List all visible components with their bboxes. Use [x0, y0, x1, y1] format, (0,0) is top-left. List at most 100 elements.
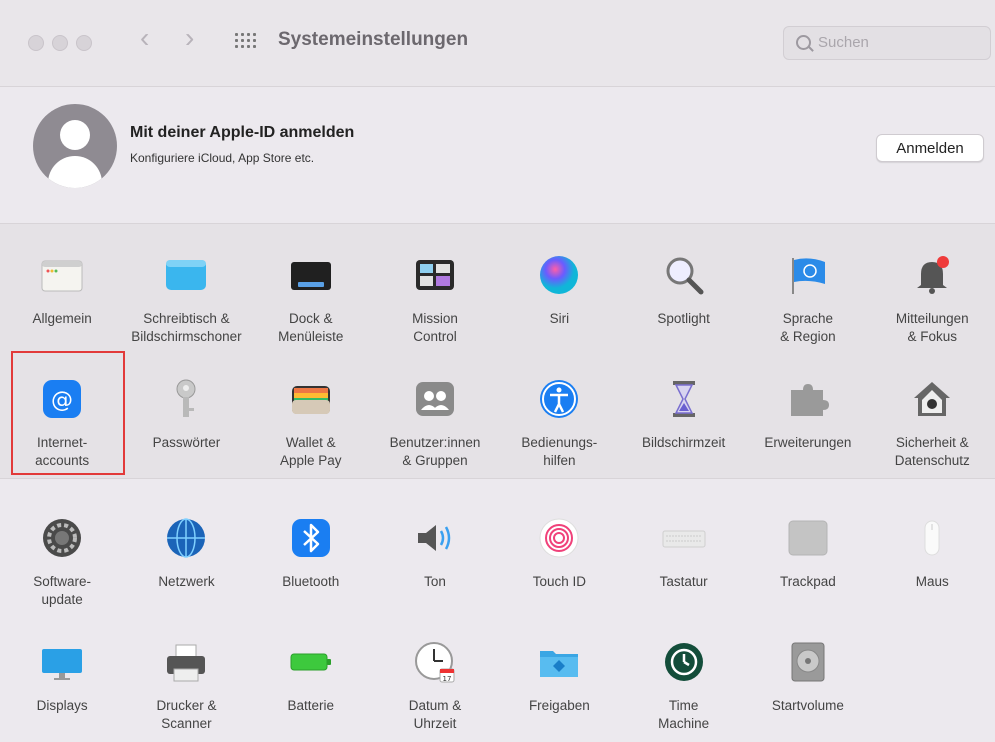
mission-control-icon: [412, 252, 458, 298]
minimize-window-button[interactable]: [52, 35, 68, 51]
title-bar: ‹ › Systemeinstellungen: [0, 0, 995, 87]
search-input[interactable]: [816, 33, 980, 52]
pref-item-tastatur[interactable]: Tastatur: [621, 491, 745, 615]
display-icon: [39, 639, 85, 685]
pref-item-bluetooth[interactable]: Bluetooth: [249, 491, 373, 615]
folder-icon: [536, 639, 582, 685]
bell-icon: [909, 252, 955, 298]
time-machine-icon: [661, 639, 707, 685]
pref-item-mission-control[interactable]: Mission Control: [373, 228, 497, 352]
pref-item-label: Benutzer:innen & Gruppen: [389, 435, 481, 468]
pref-item-software-update[interactable]: Software- update: [0, 491, 124, 615]
search-icon: [796, 35, 811, 50]
pref-item-label: Trackpad: [780, 574, 836, 589]
pref-item-label: Software- update: [33, 574, 92, 607]
pref-item-allgemein[interactable]: Allgemein: [0, 228, 124, 352]
pref-item-dock-menüleiste[interactable]: Dock & Menüleiste: [249, 228, 373, 352]
pref-item-touch-id[interactable]: Touch ID: [497, 491, 621, 615]
sign-in-button[interactable]: Anmelden: [876, 134, 984, 162]
back-button[interactable]: ‹: [140, 24, 149, 52]
pref-item-label: Freigaben: [528, 698, 590, 713]
dock-icon: [288, 252, 334, 298]
general-icon: [39, 252, 85, 298]
forward-button[interactable]: ›: [185, 24, 194, 52]
gear-icon: [39, 515, 85, 561]
pref-item-passwörter[interactable]: Passwörter: [124, 352, 248, 476]
mouse-icon: [909, 515, 955, 561]
pref-item-label: Mission Control: [412, 311, 458, 344]
pref-item-label: Drucker & Scanner: [156, 698, 217, 731]
pref-item-label: Bluetooth: [282, 574, 340, 589]
preferences-section-2: Software- update Netzwerk Bluetooth Ton Touc…: [0, 479, 995, 742]
pref-item-benutzer-innen-gruppen[interactable]: Benutzer:innen & Gruppen: [373, 352, 497, 476]
pref-item-trackpad[interactable]: Trackpad: [746, 491, 870, 615]
hourglass-icon: [661, 376, 707, 422]
pref-item-datum-uhrzeit[interactable]: 17 Datum & Uhrzeit: [373, 615, 497, 739]
pref-item-label: Allgemein: [32, 311, 92, 326]
pref-item-mitteilungen-fokus[interactable]: Mitteilungen & Fokus: [870, 228, 994, 352]
keyboard-icon: [661, 515, 707, 561]
pref-item-label: Sicherheit & Datenschutz: [894, 435, 970, 468]
search-field[interactable]: [783, 26, 991, 60]
zoom-window-button[interactable]: [76, 35, 92, 51]
pref-item-label: Netzwerk: [158, 574, 215, 589]
pref-item-drucker-scanner[interactable]: Drucker & Scanner: [124, 615, 248, 739]
pref-item-sprache-region[interactable]: Sprache & Region: [746, 228, 870, 352]
users-icon: [412, 376, 458, 422]
pref-item-netzwerk[interactable]: Netzwerk: [124, 491, 248, 615]
fingerprint-icon: [536, 515, 582, 561]
pref-item-label: Ton: [424, 574, 446, 589]
wallet-icon: [288, 376, 334, 422]
close-window-button[interactable]: [28, 35, 44, 51]
speaker-icon: [412, 515, 458, 561]
pref-item-label: Datum & Uhrzeit: [408, 698, 462, 731]
avatar[interactable]: [33, 104, 117, 188]
pref-item-label: Siri: [549, 311, 570, 326]
apple-id-title: Mit deiner Apple-ID anmelden: [130, 124, 355, 141]
pref-item-erweiterungen[interactable]: Erweiterungen: [746, 352, 870, 476]
pref-item-wallet-apple-pay[interactable]: Wallet & Apple Pay: [249, 352, 373, 476]
pref-item-label: Bildschirmzeit: [641, 435, 726, 450]
puzzle-icon: [785, 376, 831, 422]
pref-item-label: Tastatur: [659, 574, 708, 589]
pref-item-maus[interactable]: Maus: [870, 491, 994, 615]
accessibility-icon: [536, 376, 582, 422]
pref-item-freigaben[interactable]: Freigaben: [497, 615, 621, 739]
pref-item-ton[interactable]: Ton: [373, 491, 497, 615]
pref-item-schreibtisch-bildschirmschoner[interactable]: Schreibtisch & Bildschirmschoner: [124, 228, 248, 352]
house-lock-icon: [909, 376, 955, 422]
pref-item-label: Schreibtisch & Bildschirmschoner: [131, 311, 242, 344]
clock-icon: 17: [412, 639, 458, 685]
pref-item-label: Sprache & Region: [780, 311, 836, 344]
pref-item-startvolume[interactable]: Startvolume: [746, 615, 870, 739]
pref-item-label: Bedienungs- hilfen: [521, 435, 598, 468]
apple-id-subtitle: Konfiguriere iCloud, App Store etc.: [130, 151, 315, 165]
pref-item-spotlight[interactable]: Spotlight: [621, 228, 745, 352]
pref-item-bildschirmzeit[interactable]: Bildschirmzeit: [621, 352, 745, 476]
pref-item-displays[interactable]: Displays: [0, 615, 124, 739]
siri-icon: [536, 252, 582, 298]
pref-item-sicherheit-datenschutz[interactable]: Sicherheit & Datenschutz: [870, 352, 994, 476]
pref-item-siri[interactable]: Siri: [497, 228, 621, 352]
bluetooth-icon: [288, 515, 334, 561]
pref-item-bedienungs-hilfen[interactable]: Bedienungs- hilfen: [497, 352, 621, 476]
globe-icon: [163, 515, 209, 561]
pref-item-label: Dock & Menüleiste: [278, 311, 344, 344]
trackpad-icon: [785, 515, 831, 561]
pref-item-label: Passwörter: [152, 435, 221, 450]
pref-item-label: Displays: [36, 698, 88, 713]
window-title: Systemeinstellungen: [278, 29, 469, 50]
pref-item-time-machine[interactable]: Time Machine: [621, 615, 745, 739]
pref-item-label: Time Machine: [658, 698, 710, 731]
preferences-section-1: Allgemein Schreibtisch & Bildschirmschone…: [0, 224, 995, 479]
pref-item-label: Maus: [915, 574, 949, 589]
highlight-box: [11, 351, 125, 475]
pref-item-batterie[interactable]: Batterie: [249, 615, 373, 739]
apple-id-panel: Mit deiner Apple-ID anmelden Konfigurier…: [0, 87, 995, 224]
pref-item-label: Startvolume: [771, 698, 844, 713]
svg-text:17: 17: [443, 675, 452, 683]
spotlight-icon: [661, 252, 707, 298]
show-all-grid-icon[interactable]: [235, 33, 259, 51]
pref-item-label: Mitteilungen & Fokus: [895, 311, 969, 344]
pref-item-label: Spotlight: [657, 311, 710, 326]
